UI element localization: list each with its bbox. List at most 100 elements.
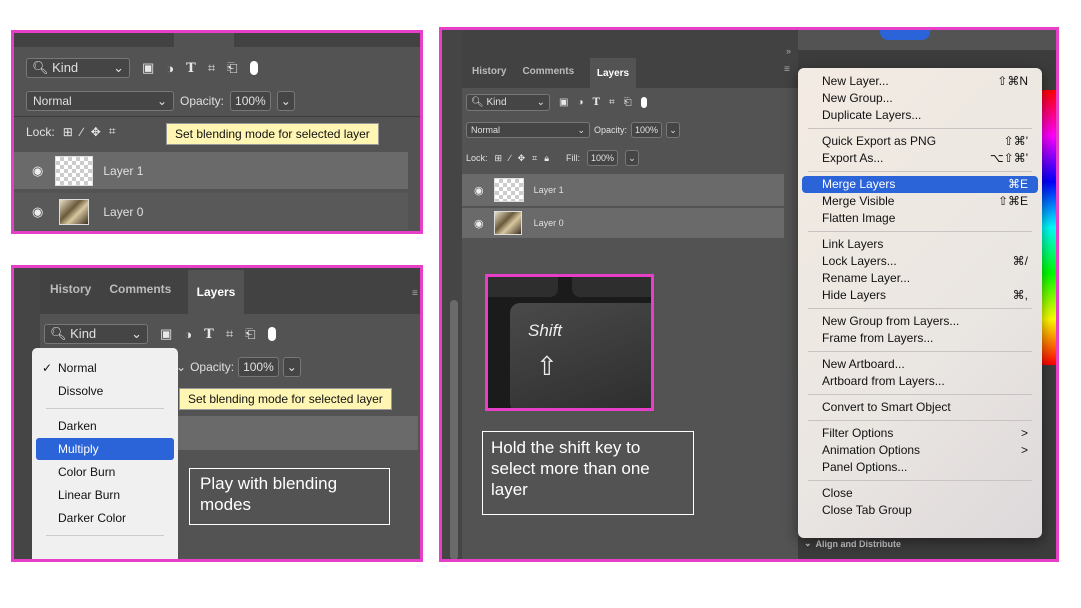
- lock-position-icon[interactable]: ✥: [518, 153, 526, 164]
- lock-paint-icon[interactable]: ∕: [509, 153, 511, 163]
- blend-option[interactable]: Linear Burn: [36, 484, 174, 506]
- filter-toggle-icon[interactable]: [640, 97, 647, 108]
- search-icon: 🔍︎: [471, 97, 484, 108]
- menu-item[interactable]: Close: [802, 485, 1038, 502]
- layer-row-1[interactable]: [178, 416, 418, 450]
- opacity-field[interactable]: 100%: [238, 357, 279, 377]
- smart-object-filter-icon[interactable]: ⎗: [227, 60, 237, 76]
- type-filter-icon[interactable]: T: [186, 61, 196, 76]
- opacity-stepper[interactable]: ⌄: [282, 357, 301, 377]
- image-filter-icon[interactable]: ▣: [160, 326, 172, 342]
- menu-item[interactable]: Quick Export as PNG ⇧⌘': [802, 133, 1038, 150]
- opacity-field[interactable]: 100%: [631, 122, 663, 138]
- layers-context-menu: New Layer... ⇧⌘N New Group... Duplicate Lay…: [798, 68, 1042, 538]
- lock-paint-icon[interactable]: ∕: [81, 125, 83, 139]
- filter-toggle-icon[interactable]: [249, 61, 258, 75]
- blend-mode-dropdown[interactable]: Normal ⌄: [466, 122, 590, 138]
- tab-layers[interactable]: Layers: [590, 58, 636, 88]
- blend-option[interactable]: Multiply: [36, 438, 174, 460]
- type-filter-icon[interactable]: T: [204, 327, 214, 342]
- blend-option[interactable]: Dissolve: [36, 380, 174, 402]
- shape-filter-icon[interactable]: ⌗: [226, 326, 233, 342]
- blend-option[interactable]: ✓ Normal: [36, 357, 174, 379]
- share-button[interactable]: [880, 30, 930, 40]
- smart-object-filter-icon[interactable]: ⎗: [245, 326, 255, 342]
- menu-item[interactable]: New Layer... ⇧⌘N: [802, 73, 1038, 90]
- menu-item[interactable]: Rename Layer...: [802, 270, 1038, 287]
- layer-row-0[interactable]: ◉ Layer 0: [462, 208, 784, 238]
- layer-row-1[interactable]: ◉ Layer 1: [14, 152, 408, 189]
- menu-item[interactable]: Panel Options...: [802, 459, 1038, 476]
- tab-comments[interactable]: Comments: [522, 66, 574, 77]
- menu-item[interactable]: Link Layers: [802, 236, 1038, 253]
- menu-item[interactable]: Filter Options >: [802, 425, 1038, 442]
- tab-active[interactable]: [174, 33, 234, 47]
- chevron-down-icon: ⌄: [669, 124, 677, 135]
- menu-item[interactable]: New Artboard...: [802, 356, 1038, 373]
- menu-item-label: New Layer...: [822, 74, 889, 88]
- menu-item[interactable]: Lock Layers... ⌘/: [802, 253, 1038, 270]
- tab-layers[interactable]: Layers: [188, 270, 244, 314]
- blend-mode-dropdown[interactable]: Normal ⌄: [26, 91, 174, 111]
- menu-item[interactable]: Export As... ⌥⇧⌘': [802, 150, 1038, 167]
- lock-transparent-icon[interactable]: ⊞: [495, 153, 503, 164]
- opacity-stepper[interactable]: ⌄: [276, 91, 295, 111]
- kind-filter-dropdown[interactable]: 🔍︎ Kind ⌄: [26, 58, 130, 78]
- lock-artboard-icon[interactable]: ⌗: [532, 153, 537, 164]
- divider: [14, 116, 420, 117]
- tab-history[interactable]: History: [50, 282, 91, 296]
- menu-item[interactable]: Duplicate Layers...: [802, 107, 1038, 124]
- lock-position-icon[interactable]: ✥: [91, 125, 101, 139]
- chevron-down-icon: ⌄: [113, 60, 124, 75]
- panel-menu-icon[interactable]: ≡: [784, 64, 790, 75]
- lock-transparent-icon[interactable]: ⊞: [63, 125, 73, 139]
- lock-artboard-icon[interactable]: ⌗: [109, 124, 116, 139]
- type-filter-icon[interactable]: T: [593, 97, 600, 108]
- collapse-icon[interactable]: »: [786, 46, 791, 56]
- menu-item[interactable]: New Group...: [802, 90, 1038, 107]
- menu-item[interactable]: Frame from Layers...: [802, 330, 1038, 347]
- kind-filter-dropdown[interactable]: 🔍︎ Kind ⌄: [466, 94, 550, 111]
- blend-option[interactable]: Color Burn: [36, 461, 174, 483]
- menu-item[interactable]: Animation Options >: [802, 442, 1038, 459]
- menu-item[interactable]: Merge Layers ⌘E: [802, 176, 1038, 193]
- adjustment-filter-icon[interactable]: ◑: [184, 327, 192, 342]
- eye-icon[interactable]: ◉: [32, 204, 43, 220]
- image-filter-icon[interactable]: ▣: [142, 60, 154, 76]
- tab-comments[interactable]: Comments: [109, 282, 171, 296]
- kind-filter-dropdown[interactable]: 🔍︎ Kind ⌄: [44, 324, 148, 344]
- menu-item[interactable]: Hide Layers ⌘,: [802, 287, 1038, 304]
- eye-icon[interactable]: ◉: [32, 163, 43, 179]
- blend-option[interactable]: Darker Color: [36, 507, 174, 529]
- shape-filter-icon[interactable]: ⌗: [609, 97, 615, 108]
- align-section-header[interactable]: ⌄ Align and Distribute: [804, 538, 901, 549]
- eye-icon[interactable]: ◉: [474, 184, 484, 197]
- fill-stepper[interactable]: ⌄: [625, 150, 640, 166]
- image-filter-icon[interactable]: ▣: [559, 97, 568, 108]
- menu-item-shortcut: ⌘E: [1007, 177, 1028, 191]
- opacity-field[interactable]: 100%: [230, 91, 271, 111]
- lock-all-icon[interactable]: 🔒︎: [544, 153, 549, 164]
- shape-filter-icon[interactable]: ⌗: [208, 60, 215, 76]
- menu-item[interactable]: New Group from Layers...: [802, 313, 1038, 330]
- scrollbar[interactable]: [450, 300, 458, 559]
- menu-item[interactable]: Convert to Smart Object: [802, 399, 1038, 416]
- eye-icon[interactable]: ◉: [474, 217, 484, 230]
- menu-item[interactable]: Close Tab Group: [802, 502, 1038, 519]
- menu-item[interactable]: Merge Visible ⇧⌘E: [802, 193, 1038, 210]
- kind-label: Kind: [52, 60, 79, 75]
- filter-toggle-icon[interactable]: [267, 327, 276, 341]
- adjustment-filter-icon[interactable]: ◑: [166, 61, 174, 76]
- layer-row-1[interactable]: ◉ Layer 1: [462, 174, 784, 206]
- fill-field[interactable]: 100%: [587, 150, 619, 166]
- layer-row-0[interactable]: ◉ Layer 0: [14, 193, 408, 230]
- menu-item[interactable]: Flatten Image: [802, 210, 1038, 227]
- opacity-stepper[interactable]: ⌄: [666, 122, 681, 138]
- blend-option[interactable]: Darken: [36, 415, 174, 437]
- key-top: [572, 277, 651, 297]
- adjustment-filter-icon[interactable]: ◑: [577, 97, 583, 108]
- tab-history[interactable]: History: [472, 66, 506, 77]
- panel-menu-icon[interactable]: ≡: [412, 288, 418, 299]
- smart-object-filter-icon[interactable]: ⎗: [624, 97, 632, 108]
- menu-item[interactable]: Artboard from Layers...: [802, 373, 1038, 390]
